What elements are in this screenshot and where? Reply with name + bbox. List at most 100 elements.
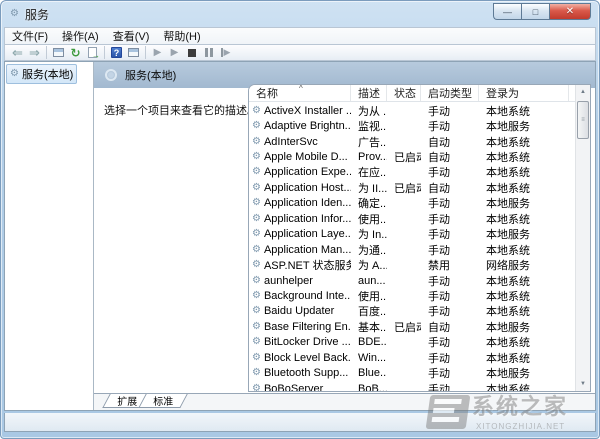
menu-item-2[interactable]: 查看(V) bbox=[106, 27, 157, 45]
table-body: ⚙ActiveX Installer ...为从 ...手动本地系统 ⚙Adapt… bbox=[249, 103, 575, 391]
service-description: aun... bbox=[358, 274, 386, 287]
service-logon-as: 本地系统 bbox=[486, 352, 530, 365]
service-row[interactable]: ⚙ ASP.NET 状态服务为 A... 禁用 网络服务 bbox=[249, 257, 575, 273]
menu-item-3[interactable]: 帮助(H) bbox=[156, 27, 207, 45]
menu-item-1[interactable]: 操作(A) bbox=[55, 27, 106, 45]
service-row[interactable]: ⚙Base Filtering En... 基本... 已启动自动 本地服务 bbox=[249, 319, 575, 334]
start-service-icon[interactable]: ▶ bbox=[149, 45, 166, 60]
service-name: ⚙ Baidu Updater bbox=[252, 305, 335, 318]
service-name: ⚙ Adaptive Brightn... bbox=[252, 120, 351, 133]
forward-icon[interactable]: ⇒ bbox=[26, 45, 43, 60]
refresh-icon[interactable]: ↻ bbox=[67, 45, 84, 60]
toolbar: ⇐⇒↻?▶▶▶ bbox=[4, 44, 596, 61]
back-icon[interactable]: ⇐ bbox=[9, 45, 26, 60]
service-row[interactable]: ⚙ aunhelper aun... 手动 本地系统 bbox=[249, 273, 575, 288]
service-row[interactable]: ⚙Apple Mobile D... Prov... 已启动自动 本地系统 bbox=[249, 149, 575, 164]
export-list-icon[interactable] bbox=[84, 45, 101, 60]
scrollbar-thumb[interactable]: ≡ bbox=[577, 101, 589, 139]
window-title: 服务 bbox=[24, 7, 49, 22]
service-description: 使用... bbox=[358, 290, 387, 303]
service-logon-as: 本地服务 bbox=[486, 368, 530, 381]
column-header-2[interactable]: 状态 bbox=[387, 85, 421, 101]
window-frame: ⚙ 服务 — □ ✕ 文件(F)操作(A)查看(V)帮助(H) ⇐⇒↻?▶▶▶ … bbox=[0, 0, 600, 439]
service-name: ⚙ AdInterSvc bbox=[252, 135, 318, 148]
menu-item-0[interactable]: 文件(F) bbox=[5, 27, 55, 45]
service-description: BDE... bbox=[358, 336, 387, 349]
service-row[interactable]: ⚙ Baidu Updater 百度... 手动 本地系统 bbox=[249, 304, 575, 319]
service-row[interactable]: ⚙ActiveX Installer ... 为从 ... 手动 本地系统 bbox=[249, 103, 575, 118]
service-startup-type: 手动 bbox=[428, 244, 450, 257]
service-row[interactable]: ⚙ AdInterSvc 广告... 自动 本地系统 bbox=[249, 134, 575, 149]
service-gear-icon: ⚙ bbox=[252, 197, 261, 209]
service-row[interactable]: ⚙ Background Inte... 使用... 手动 本地系统 bbox=[249, 288, 575, 303]
vertical-scrollbar[interactable]: ▲ ≡ ▼ bbox=[575, 85, 590, 391]
column-header-0[interactable]: 名称 ^ bbox=[249, 85, 351, 101]
service-gear-icon: ⚙ bbox=[252, 336, 261, 348]
tree-item-services-local[interactable]: ⚙ 服务(本地) bbox=[6, 64, 78, 84]
service-logon-as: 本地服务 bbox=[486, 121, 530, 134]
service-row[interactable]: ⚙Application Laye... 为 In... 手动 本地服务 bbox=[249, 227, 575, 242]
service-logon-as: 本地系统 bbox=[486, 152, 530, 165]
service-name: ⚙ Application Host... bbox=[252, 181, 351, 194]
service-row[interactable]: ⚙ Application Man... 为通... 手动 本地系统 bbox=[249, 242, 575, 257]
console-window-icon[interactable] bbox=[50, 45, 67, 60]
column-header-3[interactable]: 启动类型 bbox=[421, 85, 479, 101]
service-row[interactable]: ⚙ Bluetooth Supp... Blue... 手动 本地服务 bbox=[249, 365, 575, 380]
pause-service-icon[interactable] bbox=[200, 45, 217, 60]
properties-window-icon[interactable] bbox=[125, 45, 142, 60]
sort-ascending-icon: ^ bbox=[299, 84, 303, 93]
maximize-button[interactable]: □ bbox=[521, 3, 549, 20]
service-gear-icon: ⚙ bbox=[252, 212, 261, 224]
tab-standard[interactable]: 标准 bbox=[138, 394, 188, 408]
service-description: 基本... bbox=[358, 321, 387, 334]
service-description: 为 II... bbox=[358, 182, 387, 195]
service-startup-type: 手动 bbox=[428, 275, 450, 288]
service-startup-type: 手动 bbox=[428, 198, 450, 211]
service-logon-as: 本地系统 bbox=[486, 306, 530, 319]
service-description: 百度... bbox=[358, 306, 387, 319]
service-description: BoB... bbox=[358, 382, 387, 392]
service-row[interactable]: ⚙ Application Iden... 确定... 手动 本地服务 bbox=[249, 196, 575, 211]
service-gear-icon: ⚙ bbox=[252, 228, 261, 240]
tree-item-label: 服务(本地) bbox=[21, 69, 74, 81]
service-row[interactable]: ⚙ Application Infor... 使用... 手动 本地系统 bbox=[249, 211, 575, 226]
service-row[interactable]: ⚙Application Host... 为 II... 已启动自动 本地系统 bbox=[249, 180, 575, 195]
service-row[interactable]: ⚙ BoBoServer BoB... 手动 本地系统 bbox=[249, 381, 575, 392]
toolbar-separator bbox=[46, 46, 47, 59]
services-pane-icon bbox=[105, 69, 117, 81]
service-row[interactable]: ⚙ Application Expe... 在应... 手动 本地系统 bbox=[249, 165, 575, 180]
service-gear-icon: ⚙ bbox=[252, 243, 261, 255]
scroll-down-arrow-icon[interactable]: ▼ bbox=[577, 377, 589, 391]
close-button[interactable]: ✕ bbox=[549, 3, 591, 20]
stop-service-icon[interactable] bbox=[183, 45, 200, 60]
service-name: ⚙ Application Expe... bbox=[252, 166, 351, 179]
resume-service-icon[interactable]: ▶ bbox=[166, 45, 183, 60]
menu-bar: 文件(F) 操作(A) 查看(V) 帮助(H) bbox=[4, 27, 596, 44]
service-gear-icon: ⚙ bbox=[252, 289, 261, 301]
scroll-up-arrow-icon[interactable]: ▲ bbox=[577, 85, 589, 99]
service-startup-type: 手动 bbox=[428, 352, 450, 365]
service-startup-type: 手动 bbox=[428, 213, 450, 226]
column-header-1[interactable]: 描述 bbox=[351, 85, 387, 101]
service-description: 监视... bbox=[358, 121, 387, 134]
service-logon-as: 本地系统 bbox=[486, 167, 530, 180]
service-description: 为从 ... bbox=[358, 105, 387, 118]
service-row[interactable]: ⚙ BitLocker Drive ... BDE... 手动 本地系统 bbox=[249, 335, 575, 350]
status-bar bbox=[4, 413, 596, 432]
service-name: ⚙ BitLocker Drive ... bbox=[252, 336, 351, 349]
services-app-icon: ⚙ bbox=[10, 8, 19, 19]
column-header-4[interactable]: 登录为 bbox=[479, 85, 569, 101]
service-startup-type: 手动 bbox=[428, 290, 450, 303]
help-icon[interactable]: ? bbox=[108, 45, 125, 60]
service-description: 使用... bbox=[358, 213, 387, 226]
restart-service-icon[interactable]: ▶ bbox=[217, 45, 234, 60]
service-gear-icon: ⚙ bbox=[252, 367, 261, 379]
service-logon-as: 本地系统 bbox=[486, 182, 530, 195]
service-gear-icon: ⚙ bbox=[252, 259, 261, 271]
service-row[interactable]: ⚙ Adaptive Brightn... 监视... 手动 本地服务 bbox=[249, 118, 575, 133]
minimize-button[interactable]: — bbox=[493, 3, 521, 20]
service-status: 已启动 bbox=[394, 152, 421, 165]
service-logon-as: 本地系统 bbox=[486, 275, 530, 288]
service-startup-type: 自动 bbox=[428, 152, 450, 165]
service-row[interactable]: ⚙ Block Level Back... Win... 手动 本地系统 bbox=[249, 350, 575, 365]
